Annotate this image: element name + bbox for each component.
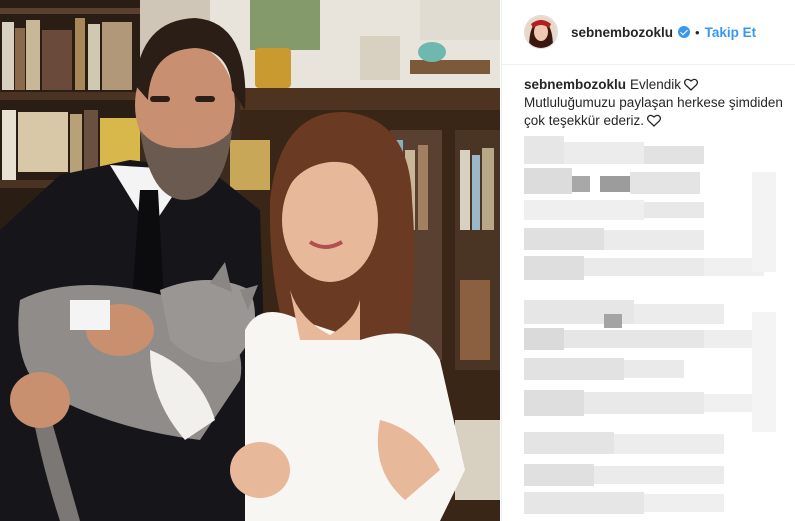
post-sidebar: sebnembozoklu • Takip Et sebnembozoklu Ev… xyxy=(501,0,795,521)
caption-text-line2: Mutluluğumuzu paylaşan herkese şimdiden xyxy=(524,95,783,110)
post-caption: sebnembozoklu Evlendik Mutluluğumuzu payl… xyxy=(524,76,786,130)
post-header: sebnembozoklu • Takip Et xyxy=(502,0,795,65)
avatar[interactable] xyxy=(524,15,558,49)
verified-badge-icon xyxy=(678,26,691,38)
pixelated-comments-area xyxy=(502,132,795,521)
follow-button[interactable]: Takip Et xyxy=(705,25,757,40)
post-photo[interactable] xyxy=(0,0,500,521)
username-link[interactable]: sebnembozoklu xyxy=(571,25,673,40)
heart-icon xyxy=(684,78,699,91)
heart-icon xyxy=(647,114,662,127)
pixelation-mosaic xyxy=(524,136,776,514)
caption-username-link[interactable]: sebnembozoklu xyxy=(524,77,626,92)
separator-dot: • xyxy=(695,24,700,40)
avatar-image xyxy=(525,16,557,48)
caption-text-line1: Evlendik xyxy=(630,77,682,92)
wedding-photo-illustration xyxy=(0,0,500,521)
caption-text-line3: çok teşekkür ederiz. xyxy=(524,113,645,128)
